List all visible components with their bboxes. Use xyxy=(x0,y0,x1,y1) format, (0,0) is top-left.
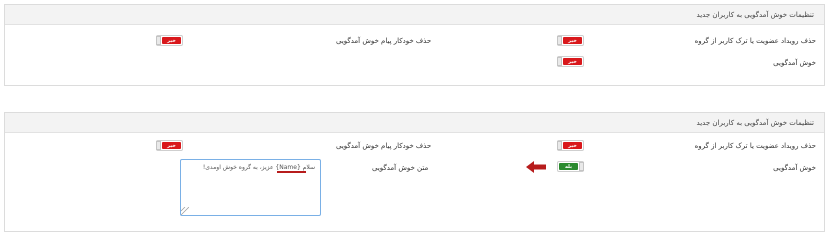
delete-join-leave-event-label: حذف رویداد عضویت یا ترک کاربر از گروه xyxy=(694,37,816,45)
auto-delete-welcome-label: حذف خودکار پیام خوش آمدگویی xyxy=(336,37,432,45)
auto-delete-welcome-toggle[interactable]: خیر xyxy=(156,35,183,46)
welcome-toggle[interactable]: خیر xyxy=(557,56,584,67)
resize-grip-icon[interactable] xyxy=(181,207,189,215)
toggle-knob xyxy=(557,57,562,66)
toggle-knob xyxy=(579,162,584,171)
welcome-settings-panel-2: تنظیمات خوش آمدگویی به کاربران جدید خیر … xyxy=(4,112,825,232)
toggle-state-label: بله xyxy=(559,163,578,170)
toggle-state-label: خیر xyxy=(162,37,181,44)
panel-header: تنظیمات خوش آمدگویی به کاربران جدید xyxy=(5,5,824,25)
toggle-state-label: خیر xyxy=(563,37,582,44)
panel-header: تنظیمات خوش آمدگویی به کاربران جدید xyxy=(5,113,824,133)
toggle-knob xyxy=(557,36,562,45)
toggle-knob xyxy=(156,141,161,150)
welcome-text-label: متن خوش آمدگویی xyxy=(372,164,429,172)
toggle-state-label: خیر xyxy=(563,58,582,65)
toggle-knob xyxy=(156,36,161,45)
welcome-text-input[interactable]: سلام {Name} عزیز، به گروه خوش اومدی! xyxy=(180,159,321,216)
toggle-state-label: خیر xyxy=(563,142,582,149)
delete-join-leave-event-label: حذف رویداد عضویت یا ترک کاربر از گروه xyxy=(694,142,816,150)
arrow-left-icon xyxy=(526,161,546,173)
welcome-toggle[interactable]: بله xyxy=(557,161,584,172)
panel-title: تنظیمات خوش آمدگویی به کاربران جدید xyxy=(696,119,814,127)
welcome-label: خوش آمدگویی xyxy=(773,164,816,172)
welcome-settings-panel-1: تنظیمات خوش آمدگویی به کاربران جدید خیر … xyxy=(4,4,825,86)
toggle-knob xyxy=(557,141,562,150)
delete-join-leave-event-toggle[interactable]: خیر xyxy=(557,35,584,46)
auto-delete-welcome-toggle[interactable]: خیر xyxy=(156,140,183,151)
toggle-state-label: خیر xyxy=(162,142,181,149)
panel-title: تنظیمات خوش آمدگویی به کاربران جدید xyxy=(696,11,814,19)
delete-join-leave-event-toggle[interactable]: خیر xyxy=(557,140,584,151)
auto-delete-welcome-label: حذف خودکار پیام خوش آمدگویی xyxy=(336,142,432,150)
welcome-label: خوش آمدگویی xyxy=(773,59,816,67)
name-placeholder-underline xyxy=(277,171,306,173)
